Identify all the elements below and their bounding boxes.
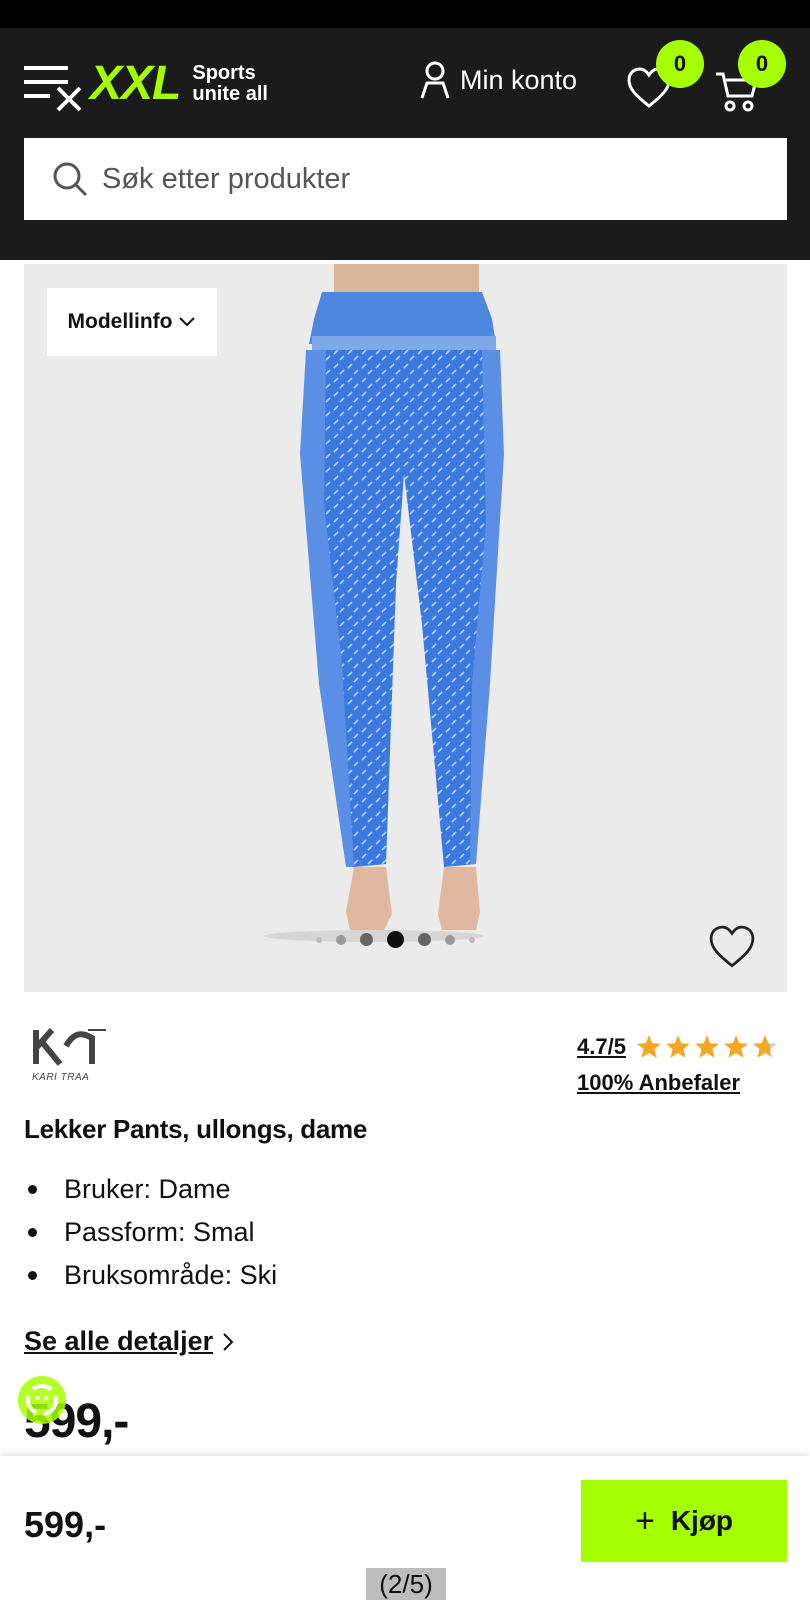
bullet-icon xyxy=(28,1185,37,1194)
product-image xyxy=(264,264,504,942)
menu-close-icon xyxy=(24,66,82,112)
rating-stars xyxy=(636,1034,778,1060)
image-pager: (2/5) xyxy=(366,1568,446,1600)
feature-list: Bruker: Dame Passform: Smal Bruksområde: S… xyxy=(24,1168,277,1297)
site-header: XXL Sports unite all Min konto 0 0 Søk e… xyxy=(0,28,810,260)
tagline-line1: Sports xyxy=(192,61,256,84)
rating-value: 4.7/5 xyxy=(577,1034,626,1059)
sticky-price: 599,- xyxy=(24,1504,107,1545)
account-label: Min konto xyxy=(460,64,578,95)
star-icon xyxy=(753,1035,777,1058)
product-title: Lekker Pants, ullongs, dame xyxy=(24,1114,368,1144)
star-icon xyxy=(695,1035,719,1058)
feature-text: Passform: Smal xyxy=(64,1217,255,1247)
see-all-details-link[interactable]: Se alle detaljer xyxy=(24,1326,235,1357)
gallery-dot[interactable] xyxy=(360,933,373,946)
bullet-icon xyxy=(28,1228,37,1237)
feature-text: Bruker: Dame xyxy=(64,1174,231,1204)
account-link[interactable]: Min konto xyxy=(420,60,577,100)
chevron-down-icon xyxy=(179,317,196,327)
bullet-icon xyxy=(28,1271,37,1280)
gallery-dot[interactable] xyxy=(445,934,455,945)
add-to-wishlist-button[interactable] xyxy=(708,924,756,972)
tagline-line2: unite all xyxy=(192,82,268,105)
product-rating[interactable]: 4.7/5 xyxy=(577,1034,778,1060)
sticky-buy-bar: 599,- + Kjøp (2/5) xyxy=(0,1456,810,1600)
star-icon xyxy=(637,1035,661,1058)
xxl-logo[interactable]: XXL Sports unite all xyxy=(90,56,268,111)
brand-logo[interactable]: KARI TRAA xyxy=(32,1024,116,1088)
details-link-label: Se alle detaljer xyxy=(24,1326,214,1356)
gallery-dot[interactable] xyxy=(418,933,431,946)
gallery-dots xyxy=(309,931,482,948)
chevron-right-icon xyxy=(223,1332,234,1351)
heart-icon xyxy=(709,925,755,968)
cart-count-badge: 0 xyxy=(738,40,786,88)
user-icon xyxy=(420,61,450,99)
wishlist-count-badge: 0 xyxy=(656,40,704,88)
search-placeholder: Søk etter produkter xyxy=(102,162,351,195)
brand-name: KARI TRAA xyxy=(32,1072,90,1083)
search-icon xyxy=(53,162,88,197)
gallery-dot-active[interactable] xyxy=(387,931,404,948)
loading-spinner-icon xyxy=(14,1372,70,1428)
feature-text: Bruksområde: Ski xyxy=(64,1260,278,1290)
status-strip xyxy=(0,0,810,28)
feature-item: Passform: Smal xyxy=(24,1211,277,1254)
model-info-button[interactable]: Modellinfo xyxy=(47,288,217,356)
logo-text: XXL xyxy=(90,57,181,110)
model-info-label: Modellinfo xyxy=(67,310,173,333)
recommend-link[interactable]: 100% Anbefaler xyxy=(577,1070,740,1096)
menu-close-button[interactable] xyxy=(24,62,86,116)
gallery-dot[interactable] xyxy=(469,936,475,943)
buy-label: Kjøp xyxy=(670,1505,734,1536)
feature-item: Bruker: Dame xyxy=(24,1168,277,1211)
plus-icon: + xyxy=(634,1501,655,1540)
star-icon xyxy=(666,1035,690,1058)
product-image-gallery[interactable]: Modellinfo xyxy=(24,264,787,992)
gallery-dot[interactable] xyxy=(316,936,322,943)
feature-item: Bruksområde: Ski xyxy=(24,1254,277,1297)
star-icon xyxy=(724,1035,748,1058)
logo-tagline: Sports unite all xyxy=(192,61,268,105)
buy-button[interactable]: + Kjøp xyxy=(581,1480,787,1562)
search-input[interactable]: Søk etter produkter xyxy=(24,138,787,220)
gallery-dot[interactable] xyxy=(336,934,346,945)
